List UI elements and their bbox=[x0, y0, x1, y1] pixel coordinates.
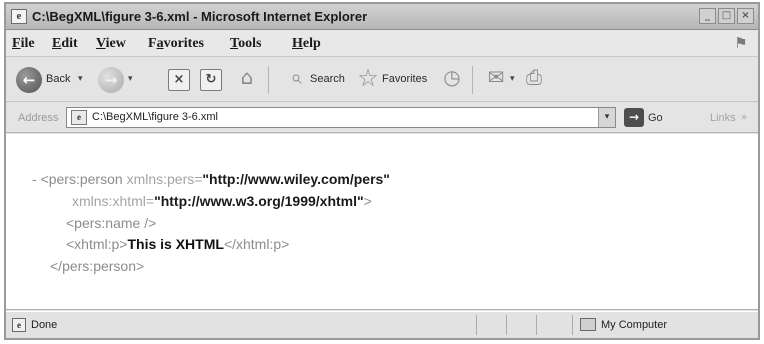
security-zone: My Computer bbox=[601, 319, 668, 331]
print-icon[interactable]: ⎙ bbox=[522, 65, 546, 89]
xml-line-xhtml-p: <xhtml:p>This is XHTML</xhtml:p> bbox=[66, 235, 289, 253]
menu-view-accel: V bbox=[96, 36, 106, 51]
xml-attr-name: xmlns:pers= bbox=[126, 171, 203, 187]
page-done-icon: e bbox=[12, 318, 26, 332]
address-label: Address bbox=[18, 112, 59, 124]
toolbar-separator bbox=[472, 66, 473, 94]
menu-bar: File Edit View Favorites Tools Help ⚑ bbox=[6, 31, 758, 57]
refresh-icon[interactable]: ↻ bbox=[200, 69, 222, 91]
computer-icon bbox=[580, 318, 596, 331]
menu-help[interactable]: Help bbox=[292, 36, 321, 52]
xml-tag: <xhtml:p> bbox=[66, 236, 128, 252]
menu-file[interactable]: File bbox=[12, 36, 35, 52]
menu-help-accel: H bbox=[292, 36, 303, 51]
mail-dropdown-icon[interactable]: ▾ bbox=[510, 74, 515, 84]
status-divider bbox=[506, 315, 507, 335]
menu-favorites-label: vorites bbox=[163, 36, 204, 51]
status-divider bbox=[572, 315, 573, 335]
menu-edit-label: dit bbox=[61, 36, 78, 51]
menu-view[interactable]: View bbox=[96, 36, 126, 52]
xml-text-node: This is XHTML bbox=[127, 236, 224, 252]
menu-file-label: ile bbox=[20, 36, 35, 51]
history-icon[interactable]: ◷ bbox=[439, 65, 465, 89]
address-input[interactable]: e C:\BegXML\figure 3-6.xml ▾ bbox=[66, 107, 616, 128]
menu-favorites-prefix: F bbox=[148, 36, 157, 51]
title-bar: e C:\BegXML\figure 3-6.xml - Microsoft I… bbox=[6, 4, 758, 30]
xml-tag: </pers:person> bbox=[50, 258, 145, 274]
status-divider bbox=[536, 315, 537, 335]
xml-attr-name: xmlns:xhtml= bbox=[72, 193, 155, 209]
go-arrow-icon[interactable]: → bbox=[624, 108, 644, 127]
home-icon[interactable]: ⌂ bbox=[234, 65, 260, 89]
xml-line-root-open: - <pers:person xmlns:pers="http://www.wi… bbox=[32, 170, 390, 188]
page-content: - <pers:person xmlns:pers="http://www.wi… bbox=[6, 134, 758, 310]
xml-attr-value: "http://www.w3.org/1999/xhtml" bbox=[154, 193, 364, 209]
window-title: C:\BegXML\figure 3-6.xml - Microsoft Int… bbox=[32, 9, 368, 24]
address-value[interactable]: C:\BegXML\figure 3-6.xml bbox=[92, 111, 218, 123]
browser-window: e C:\BegXML\figure 3-6.xml - Microsoft I… bbox=[4, 2, 760, 340]
forward-dropdown-icon[interactable]: ▾ bbox=[128, 74, 133, 84]
menu-tools[interactable]: Tools bbox=[230, 36, 261, 52]
menu-favorites[interactable]: Favorites bbox=[148, 36, 204, 52]
status-divider bbox=[476, 315, 477, 335]
menu-edit-accel: E bbox=[52, 36, 62, 51]
back-label[interactable]: Back bbox=[46, 73, 70, 85]
links-button[interactable]: Links bbox=[710, 112, 736, 124]
collapse-toggle[interactable]: - bbox=[32, 171, 37, 187]
menu-edit[interactable]: Edit bbox=[52, 36, 78, 52]
menu-file-accel: F bbox=[12, 36, 21, 51]
back-dropdown-icon[interactable]: ▾ bbox=[78, 74, 83, 84]
menu-help-label: elp bbox=[302, 36, 321, 51]
favorites-label[interactable]: Favorites bbox=[382, 73, 427, 85]
close-button[interactable]: × bbox=[737, 8, 754, 24]
search-icon[interactable]: ⌕ bbox=[284, 65, 308, 89]
address-bar: Address e C:\BegXML\figure 3-6.xml ▾ → G… bbox=[6, 103, 758, 133]
go-button[interactable]: Go bbox=[648, 112, 663, 124]
favorites-icon[interactable]: ☆ bbox=[355, 64, 381, 92]
maximize-button[interactable]: □ bbox=[718, 8, 735, 24]
windows-logo-icon: ⚑ bbox=[734, 34, 748, 52]
menu-favorites-accel: a bbox=[156, 36, 164, 51]
xml-attr-value: "http://www.wiley.com/pers" bbox=[202, 171, 390, 187]
status-bar: e Done My Computer bbox=[6, 311, 758, 338]
menu-tools-label: ools bbox=[238, 36, 262, 51]
toolbar-separator bbox=[268, 66, 269, 94]
xml-line-root-close: </pers:person> bbox=[50, 257, 144, 275]
xml-tag-close: > bbox=[363, 193, 372, 209]
xml-tag: </xhtml:p> bbox=[223, 236, 290, 252]
back-icon[interactable]: ← bbox=[16, 67, 42, 93]
links-chevron-icon[interactable]: » bbox=[741, 112, 747, 123]
standard-toolbar: ← Back ▾ → ▾ × ↻ ⌂ ⌕ Search ☆ Favorites … bbox=[6, 58, 758, 102]
stop-icon[interactable]: × bbox=[168, 69, 190, 91]
xml-tag: <pers:person bbox=[40, 171, 123, 187]
menu-view-label: iew bbox=[105, 36, 126, 51]
ie-icon: e bbox=[11, 9, 27, 24]
forward-icon[interactable]: → bbox=[98, 67, 124, 93]
window-controls: _ □ × bbox=[699, 8, 754, 24]
page-icon: e bbox=[71, 110, 87, 125]
minimize-button[interactable]: _ bbox=[699, 8, 716, 24]
xml-line-xmlns: xmlns:xhtml="http://www.w3.org/1999/xhtm… bbox=[72, 192, 372, 210]
xml-tag: <pers:name /> bbox=[66, 215, 157, 231]
status-text: Done bbox=[31, 319, 58, 331]
mail-icon[interactable]: ✉ bbox=[484, 65, 508, 89]
search-label[interactable]: Search bbox=[310, 73, 345, 85]
xml-line-name: <pers:name /> bbox=[66, 214, 156, 232]
address-dropdown-icon[interactable]: ▾ bbox=[598, 108, 615, 127]
menu-tools-accel: T bbox=[230, 36, 239, 51]
